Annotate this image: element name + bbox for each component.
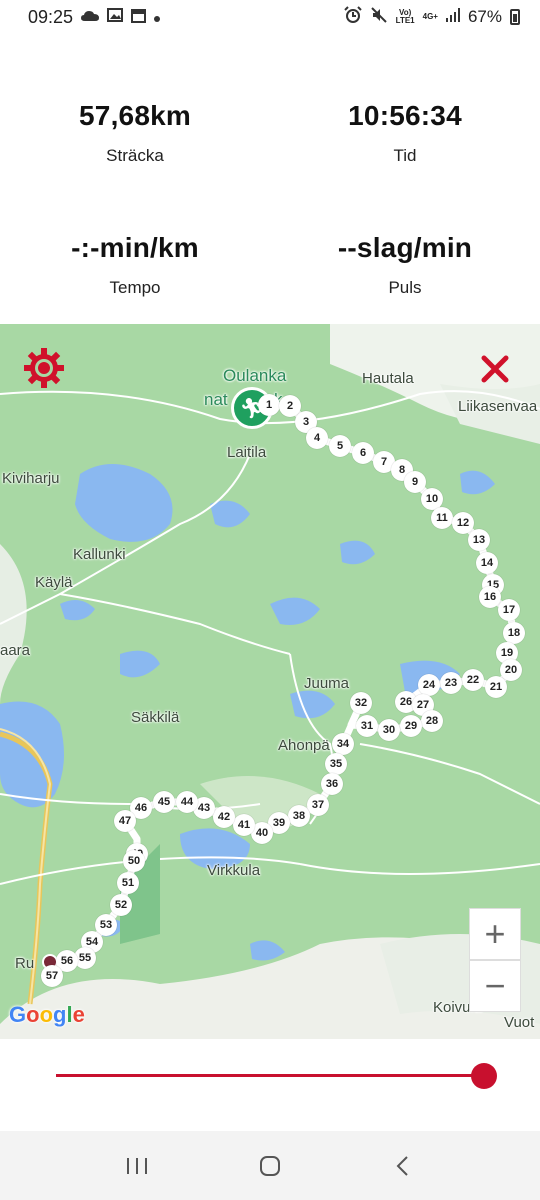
place-oulanka: Oulanka xyxy=(223,366,287,385)
route-marker-30[interactable]: 30 xyxy=(378,719,400,741)
route-marker-47[interactable]: 47 xyxy=(114,810,136,832)
pace-stat: -:-min/km Tempo xyxy=(0,232,270,298)
time-value: 10:56:34 xyxy=(348,100,462,131)
route-marker-37[interactable]: 37 xyxy=(307,794,329,816)
distance-value: 57,68km xyxy=(79,100,191,131)
route-marker-21[interactable]: 21 xyxy=(485,676,507,698)
route-marker-35[interactable]: 35 xyxy=(325,753,347,775)
route-marker-31[interactable]: 31 xyxy=(356,715,378,737)
time-label: Tid xyxy=(393,146,417,165)
place-liikasenvaara: Liikasenvaa xyxy=(458,398,538,415)
place-ahonpaa: Ahonpä xyxy=(278,737,330,754)
route-marker-51[interactable]: 51 xyxy=(117,872,139,894)
signal-icon xyxy=(445,8,460,26)
alarm-icon xyxy=(343,6,362,28)
distance-stat: 57,68km Sträcka xyxy=(0,100,270,166)
place-juuma: Juuma xyxy=(304,675,350,692)
pulse-label: Puls xyxy=(388,278,422,297)
place-hautala: Hautala xyxy=(362,370,414,387)
route-map[interactable]: Oulanka nat k Hautala Liikasenvaa Laitil… xyxy=(0,324,540,1039)
route-marker-42[interactable]: 42 xyxy=(213,806,235,828)
close-button[interactable] xyxy=(478,352,512,386)
route-marker-28[interactable]: 28 xyxy=(421,710,443,732)
dot-icon xyxy=(154,9,161,26)
route-marker-4[interactable]: 4 xyxy=(306,427,328,449)
place-kiviharju: Kiviharju xyxy=(2,470,60,487)
place-sakkila: Säkkilä xyxy=(131,709,180,726)
close-icon xyxy=(481,355,509,383)
place-virkkula: Virkkula xyxy=(207,862,261,879)
route-marker-24[interactable]: 24 xyxy=(418,674,440,696)
route-marker-50[interactable]: 50 xyxy=(123,850,145,872)
status-right: Vo) LTE1 4G+ 67% xyxy=(343,6,520,28)
route-marker-32[interactable]: 32 xyxy=(350,692,372,714)
route-marker-13[interactable]: 13 xyxy=(468,529,490,551)
route-marker-41[interactable]: 41 xyxy=(233,814,255,836)
recent-apps-button[interactable] xyxy=(117,1146,157,1186)
back-button[interactable] xyxy=(383,1146,423,1186)
route-marker-1[interactable]: 1 xyxy=(258,394,280,416)
place-laitila: Laitila xyxy=(227,444,267,461)
gear-icon xyxy=(24,348,64,388)
pace-label: Tempo xyxy=(109,278,161,297)
route-marker-18[interactable]: 18 xyxy=(503,622,525,644)
recent-apps-icon xyxy=(126,1157,147,1174)
route-marker-36[interactable]: 36 xyxy=(321,773,343,795)
route-marker-6[interactable]: 6 xyxy=(352,442,374,464)
route-marker-22[interactable]: 22 xyxy=(462,669,484,691)
google-logo: Google xyxy=(9,1002,85,1027)
network-indicator: Vo) LTE1 xyxy=(396,9,415,25)
time-stat: 10:56:34 Tid xyxy=(270,100,540,166)
cloud-icon xyxy=(81,9,100,26)
route-marker-34[interactable]: 34 xyxy=(332,733,354,755)
settings-button[interactable] xyxy=(22,346,66,390)
route-marker-45[interactable]: 45 xyxy=(153,791,175,813)
route-marker-38[interactable]: 38 xyxy=(288,805,310,827)
slider-thumb[interactable] xyxy=(471,1063,497,1089)
mute-icon xyxy=(370,6,388,28)
status-time: 09:25 xyxy=(28,6,74,27)
route-marker-44[interactable]: 44 xyxy=(176,791,198,813)
status-bar: 09:25 Vo) LTE1 4G+ 67% xyxy=(0,0,540,34)
place-ruka: Ru xyxy=(15,955,35,972)
route-marker-14[interactable]: 14 xyxy=(476,552,498,574)
route-marker-29[interactable]: 29 xyxy=(400,715,422,737)
route-marker-11[interactable]: 11 xyxy=(431,507,453,529)
calendar-icon xyxy=(131,8,147,27)
place-vuot: Vuot xyxy=(504,1014,535,1031)
route-marker-57[interactable]: 57 xyxy=(41,965,63,987)
route-marker-5[interactable]: 5 xyxy=(329,435,351,457)
battery-icon xyxy=(510,9,520,25)
pace-value: -:-min/km xyxy=(71,232,199,263)
zoom-out-button[interactable]: − xyxy=(469,960,521,1012)
place-kayla: Käylä xyxy=(35,574,73,591)
distance-label: Sträcka xyxy=(106,146,164,165)
place-oulanka-national: nat xyxy=(204,390,228,409)
route-marker-23[interactable]: 23 xyxy=(440,672,462,694)
route-marker-52[interactable]: 52 xyxy=(110,894,132,916)
pulse-value: --slag/min xyxy=(337,232,473,263)
network-bottom-label: LTE1 xyxy=(395,16,415,25)
pulse-stat: --slag/min Puls xyxy=(270,232,540,298)
slider-track[interactable] xyxy=(56,1074,484,1077)
image-icon xyxy=(107,8,124,26)
workout-stats: 57,68km Sträcka 10:56:34 Tid -:-min/km T… xyxy=(0,34,540,324)
home-icon xyxy=(259,1155,280,1176)
route-marker-17[interactable]: 17 xyxy=(498,599,520,621)
system-nav-bar xyxy=(0,1131,540,1200)
battery-percent: 67% xyxy=(467,7,502,26)
home-button[interactable] xyxy=(250,1146,290,1186)
place-kallunki: Kallunki xyxy=(73,546,126,563)
place-aara: aara xyxy=(0,642,31,659)
zoom-in-button[interactable]: + xyxy=(469,908,521,960)
route-marker-20[interactable]: 20 xyxy=(500,659,522,681)
signal-type: 4G+ xyxy=(422,12,438,21)
route-marker-9[interactable]: 9 xyxy=(404,471,426,493)
back-icon xyxy=(396,1155,409,1176)
playback-slider[interactable] xyxy=(0,1039,540,1131)
route-marker-12[interactable]: 12 xyxy=(452,512,474,534)
route-marker-16[interactable]: 16 xyxy=(479,586,501,608)
status-left: 09:25 xyxy=(28,6,161,28)
